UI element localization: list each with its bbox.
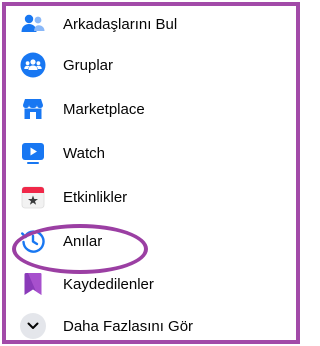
menu-item-watch[interactable]: Watch	[20, 135, 290, 171]
menu-item-events[interactable]: Etkinlikler	[20, 179, 290, 215]
menu-item-label: Arkadaşlarını Bul	[63, 15, 178, 33]
marketplace-icon	[20, 96, 46, 122]
watch-icon	[20, 140, 46, 166]
menu-item-label: Marketplace	[63, 100, 145, 118]
menu-item-label: Gruplar	[63, 56, 114, 74]
groups-icon	[20, 52, 46, 78]
menu-item-label: Kaydedilenler	[63, 275, 154, 293]
events-icon	[20, 184, 46, 210]
screenshot-frame: Arkadaşlarını Bul Gruplar Marketplace Wa…	[2, 2, 300, 344]
highlight-ellipse	[12, 224, 148, 274]
see-more-button[interactable]: Daha Fazlasını Gör	[20, 308, 290, 340]
menu-item-label: Watch	[63, 144, 105, 162]
friends-icon	[20, 11, 46, 37]
menu-item-friends[interactable]: Arkadaşlarını Bul	[20, 6, 290, 42]
chevron-down-icon	[20, 313, 46, 339]
menu-item-label: Etkinlikler	[63, 188, 128, 206]
menu-item-groups[interactable]: Gruplar	[20, 47, 290, 83]
menu-item-marketplace[interactable]: Marketplace	[20, 91, 290, 127]
saved-icon	[20, 271, 46, 297]
menu-item-label: Daha Fazlasını Gör	[63, 317, 194, 335]
shortcuts-menu: Arkadaşlarını Bul Gruplar Marketplace Wa…	[6, 6, 296, 340]
